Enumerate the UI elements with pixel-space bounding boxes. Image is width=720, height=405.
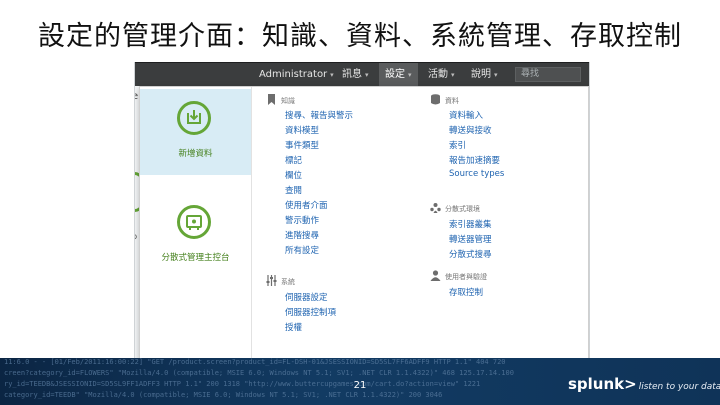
administrator-menu[interactable]: Administrator ▾ (259, 63, 334, 87)
menu-link-all-configurations[interactable]: 所有設定 (285, 244, 319, 256)
menu-link-fields[interactable]: 欄位 (285, 169, 302, 181)
slide-title: 設定的管理介面：知識、資料、系統管理、存取控制 (38, 21, 682, 52)
splunk-logo: splunk> listen to your data (568, 375, 720, 393)
background-log-line: category_id=TEEDB" "Mozilla/4.0 (compati… (4, 391, 443, 399)
help-menu[interactable]: 說明 ▾ (471, 63, 498, 87)
background-log-line: creen?category_id=FLOWERS" "Mozilla/4.0 … (4, 369, 514, 377)
menu-link-forwarding-receiving[interactable]: 轉送與接收 (449, 124, 492, 136)
distributed-group-title: 分散式環境 (445, 205, 480, 213)
menu-link-indexer-clustering[interactable]: 索引器叢集 (449, 218, 492, 230)
menu-link-data-models[interactable]: 資料模型 (285, 124, 319, 136)
chevron-down-icon: ▾ (494, 71, 498, 79)
users-group-title: 使用者與驗證 (445, 273, 487, 281)
sliders-icon (266, 275, 277, 286)
quick-actions-panel: 新增資料 分散式管理主控台 (140, 87, 252, 358)
add-data-label: 新增資料 (178, 149, 213, 159)
menu-link-event-types[interactable]: 事件類型 (285, 139, 319, 151)
data-group-title: 資料 (445, 97, 459, 105)
distributed-management-console-tile[interactable]: 分散式管理主控台 (140, 185, 251, 271)
menu-link-access-controls[interactable]: 存取控制 (449, 286, 483, 298)
menu-link-forwarder-management[interactable]: 轉送器管理 (449, 233, 492, 245)
chevron-down-icon: ▾ (451, 71, 455, 79)
chevron-down-icon: ▾ (408, 71, 412, 79)
knowledge-group-title: 知識 (281, 97, 295, 105)
menu-link-user-interface[interactable]: 使用者介面 (285, 199, 328, 211)
chevron-down-icon: ▾ (365, 71, 369, 79)
background-log-line: 11:6.0 - - [01/Feb/2011:16:00:22] "GET /… (4, 358, 506, 366)
menu-link-advanced-search[interactable]: 進階搜尋 (285, 229, 319, 241)
background-text-fragment: e (135, 91, 138, 102)
top-navigation-bar: Administrator ▾ 訊息 ▾ 設定 ▾ 活動 ▾ 說明 ▾ 尋找 (135, 62, 589, 87)
menu-link-distributed-search[interactable]: 分散式搜尋 (449, 248, 492, 260)
distributed-management-icon (177, 205, 211, 239)
menu-link-server-controls[interactable]: 伺服器控制項 (285, 306, 336, 318)
chevron-down-icon: ▾ (330, 71, 334, 79)
settings-menu[interactable]: 設定 ▾ (379, 63, 418, 87)
menu-link-lookups[interactable]: 查閱 (285, 184, 302, 196)
menu-link-licensing[interactable]: 授權 (285, 321, 302, 333)
menu-link-server-settings[interactable]: 伺服器設定 (285, 291, 328, 303)
menu-link-alert-actions[interactable]: 警示動作 (285, 214, 319, 226)
add-data-icon (177, 101, 211, 135)
menu-link-search-reports-alerts[interactable]: 搜尋、報告與警示 (285, 109, 353, 121)
background-log-line: ry_id=TEEDB&JSESSIONID=SD5SL9FF1ADFF3 HT… (4, 380, 481, 388)
settings-dropdown: 新增資料 分散式管理主控台 知識 搜尋、報告與警示 資料模型 事件類型 標記 欄 (139, 86, 589, 358)
search-input[interactable]: 尋找 (515, 67, 581, 82)
background-text-fragment: p (135, 232, 137, 241)
menu-link-indexes[interactable]: 索引 (449, 139, 466, 151)
slide-footer: 11:6.0 - - [01/Feb/2011:16:00:22] "GET /… (0, 358, 720, 405)
database-icon (431, 94, 440, 105)
people-icon (430, 203, 441, 213)
menu-link-data-inputs[interactable]: 資料輸入 (449, 109, 483, 121)
slide-page-number: 21 (353, 380, 367, 391)
messages-menu[interactable]: 訊息 ▾ (342, 63, 369, 87)
system-group-title: 系統 (281, 278, 295, 286)
add-data-tile[interactable]: 新增資料 (140, 89, 251, 175)
splunk-screenshot: Administrator▾ 訊息▾ 設定▾ 活動▾ 說明▾ 尋找 e p 新增… (134, 62, 590, 359)
user-icon (430, 270, 441, 281)
distributed-management-console-label: 分散式管理主控台 (161, 253, 230, 263)
menu-link-report-acceleration[interactable]: 報告加速摘要 (449, 154, 500, 166)
bookmark-icon (268, 94, 275, 105)
activity-menu[interactable]: 活動 ▾ (428, 63, 455, 87)
menu-link-tags[interactable]: 標記 (285, 154, 302, 166)
menu-link-source-types[interactable]: Source types (449, 169, 504, 179)
